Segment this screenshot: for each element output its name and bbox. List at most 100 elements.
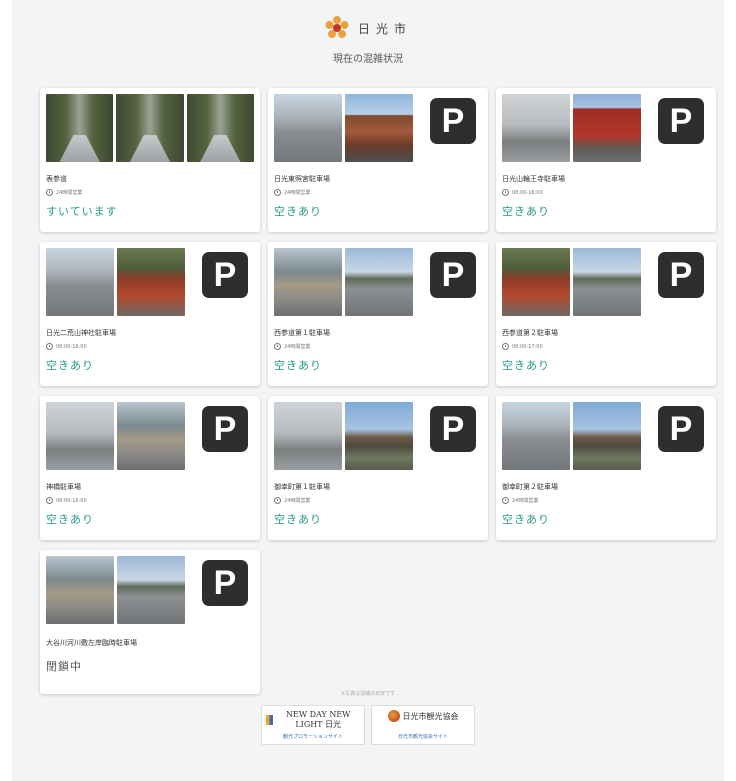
status-text: 空きあり <box>502 205 550 218</box>
location-card-rinnoji[interactable]: P 日光山輪王寺駐車場 08:00-16:00 空きあり <box>496 88 716 232</box>
location-name: 西参道第２駐車場 <box>502 329 558 337</box>
hours-row: 08:00-16:00 <box>46 342 254 351</box>
location-card-daiyagawa[interactable]: P 大谷川河川敷左岸臨時駐車場 閉鎖中 <box>40 550 260 694</box>
clock-icon <box>46 497 53 504</box>
location-name: 日光山輪王寺駐車場 <box>502 175 565 183</box>
location-card-gokomachi-2[interactable]: P 御幸町第２駐車場 24時間営業 空きあり <box>496 396 716 540</box>
location-name: 日光二荒山神社駐車場 <box>46 329 116 337</box>
opening-hours: 24時間営業 <box>284 344 311 350</box>
parking-icon: P <box>658 98 704 144</box>
tourism-association-banner[interactable]: 日光市観光協会 日光市観光協会サイト <box>371 705 475 745</box>
location-photo <box>345 94 413 162</box>
city-name: 日光市 <box>357 21 412 36</box>
location-photo <box>274 402 342 470</box>
parking-icon: P <box>430 98 476 144</box>
location-name: 日光東照宮駐車場 <box>274 175 330 183</box>
location-photo <box>345 402 413 470</box>
location-name: 表参道 <box>46 175 67 183</box>
location-card-shinkyo[interactable]: P 神橋駐車場 08:00-16:00 空きあり <box>40 396 260 540</box>
location-name: 神橋駐車場 <box>46 483 81 491</box>
opening-hours: 08:00-16:00 <box>56 343 87 350</box>
parking-icon: P <box>430 252 476 298</box>
opening-hours: 24時間営業 <box>56 190 83 196</box>
location-grid: 表参道 24時間営業 すいています P 日光東照宮駐車場 24時間営業 空きあり <box>40 88 716 694</box>
status-text: 空きあり <box>274 359 322 372</box>
location-photo <box>573 248 641 316</box>
location-card-gokomachi-1[interactable]: P 御幸町第１駐車場 24時間営業 空きあり <box>268 396 488 540</box>
opening-hours: 24時間営業 <box>284 498 311 504</box>
clock-icon <box>274 189 281 196</box>
clock-icon <box>502 189 509 196</box>
location-card-futarasan[interactable]: P 日光二荒山神社駐車場 08:00-16:00 空きあり <box>40 242 260 386</box>
location-photo <box>117 556 185 624</box>
location-name: 御幸町第２駐車場 <box>502 483 558 491</box>
opening-hours: 24時間営業 <box>512 498 539 504</box>
status-text: 空きあり <box>502 513 550 526</box>
opening-hours: 08:00-17:00 <box>512 343 543 350</box>
hours-row: 08:00-16:00 <box>502 188 710 197</box>
banner-title: NEW DAY NEW LIGHT 日光 <box>286 710 351 729</box>
location-photo <box>274 94 342 162</box>
banner-link-text: 観光プロモーションサイト <box>283 734 343 740</box>
location-photo <box>502 248 570 316</box>
location-photo <box>186 94 254 162</box>
location-card-toshogu[interactable]: P 日光東照宮駐車場 24時間営業 空きあり <box>268 88 488 232</box>
location-name: 西参道第１駐車場 <box>274 329 330 337</box>
location-photo <box>46 248 114 316</box>
promotion-site-banner[interactable]: NEW DAY NEW LIGHT 日光 観光プロモーションサイト <box>261 705 365 745</box>
association-logo-icon <box>387 710 400 722</box>
status-text: 空きあり <box>46 359 94 372</box>
location-card-nishisando-1[interactable]: P 西参道第１駐車場 24時間営業 空きあり <box>268 242 488 386</box>
banner-title: 日光市観光協会 <box>402 711 459 721</box>
logo-row: 日光市 <box>12 12 724 44</box>
location-card-nishisando-2[interactable]: P 西参道第２駐車場 08:00-17:00 空きあり <box>496 242 716 386</box>
status-text: 空きあり <box>46 513 94 526</box>
status-text: 空きあり <box>502 359 550 372</box>
parking-icon: P <box>658 252 704 298</box>
footer-note: ※写真は混雑の目安です <box>340 691 396 697</box>
parking-icon: P <box>430 406 476 452</box>
clock-icon <box>274 497 281 504</box>
parking-icon: P <box>202 406 248 452</box>
hours-row: 24時間営業 <box>502 496 710 505</box>
location-photo <box>573 402 641 470</box>
location-photo <box>46 556 114 624</box>
location-photo <box>117 248 185 316</box>
hours-row: 24時間営業 <box>46 188 254 197</box>
opening-hours: 08:00-16:00 <box>56 497 87 504</box>
clock-icon <box>502 497 509 504</box>
banner-logo: 日光市観光協会 <box>387 710 459 722</box>
banner-logo: NEW DAY NEW LIGHT 日光 <box>266 710 360 730</box>
banner-link-text: 日光市観光協会サイト <box>397 734 448 740</box>
opening-hours: 08:00-16:00 <box>512 189 543 196</box>
status-text: 閉鎖中 <box>46 660 82 673</box>
location-photo <box>46 402 114 470</box>
clock-icon <box>46 343 53 350</box>
footer: ※写真は混雑の目安です NEW DAY NEW LIGHT 日光 観光プロモーシ… <box>12 690 724 745</box>
clock-icon <box>502 343 509 350</box>
hours-row: 08:00-17:00 <box>502 342 710 351</box>
location-photo <box>116 94 184 162</box>
hours-row: 24時間営業 <box>274 342 482 351</box>
location-name: 御幸町第１駐車場 <box>274 483 330 491</box>
clock-icon <box>274 343 281 350</box>
flag-icon <box>266 715 274 725</box>
page: 日光市 現在の混雑状況 表参道 24時間営業 すいています P 日光東照宮駐車場… <box>12 0 724 781</box>
hours-row: 24時間営業 <box>274 496 482 505</box>
location-photo <box>502 402 570 470</box>
opening-hours: 24時間営業 <box>284 190 311 196</box>
location-photo <box>46 94 114 162</box>
location-photo <box>573 94 641 162</box>
status-text: すいています <box>46 205 118 218</box>
banner-row: NEW DAY NEW LIGHT 日光 観光プロモーションサイト 日光市観光協… <box>12 705 724 745</box>
photo-strip <box>46 94 254 162</box>
status-text: 空きあり <box>274 513 322 526</box>
hours-row: 08:00-16:00 <box>46 496 254 505</box>
header: 日光市 現在の混雑状況 <box>12 12 724 80</box>
location-name: 大谷川河川敷左岸臨時駐車場 <box>46 639 137 647</box>
location-photo <box>274 248 342 316</box>
parking-icon: P <box>658 406 704 452</box>
location-photo <box>502 94 570 162</box>
location-photo <box>345 248 413 316</box>
location-card-omotesando[interactable]: 表参道 24時間営業 すいています <box>40 88 260 232</box>
